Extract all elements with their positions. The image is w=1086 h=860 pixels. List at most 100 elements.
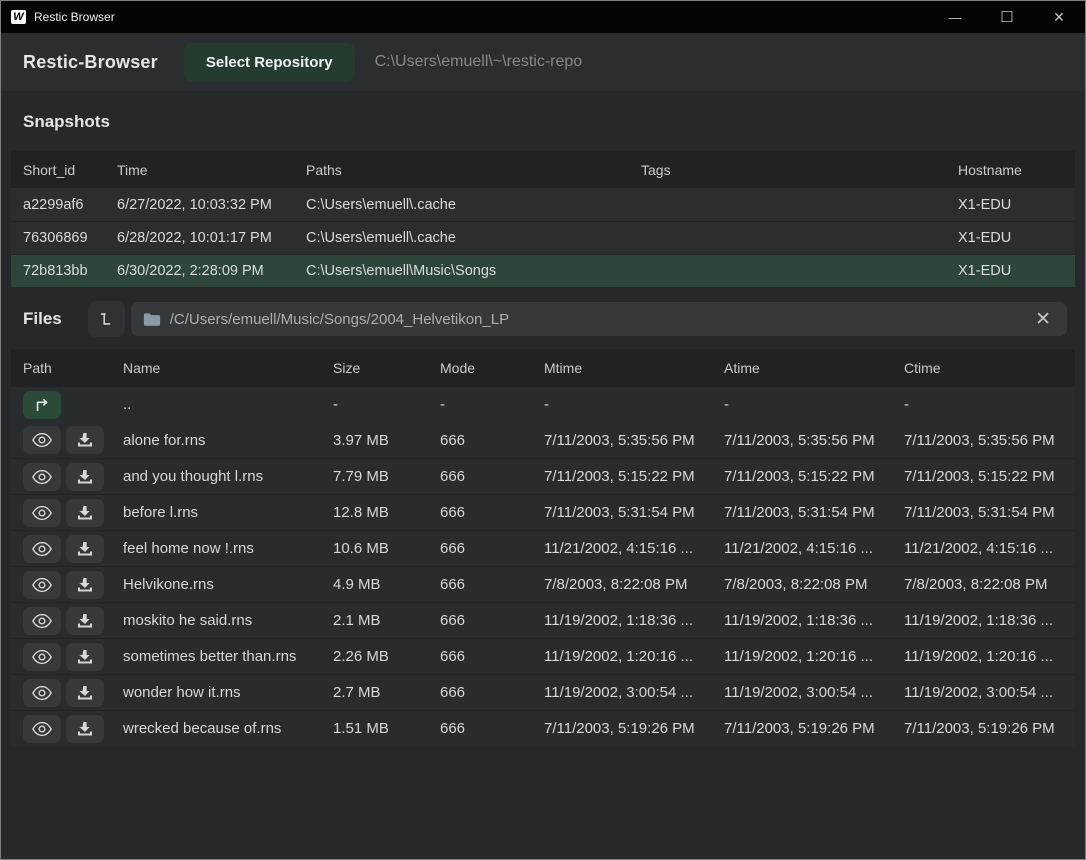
snapshot-short-id: a2299af6 [23,197,117,213]
file-row: before l.rns 12.8 MB 666 7/11/2003, 5:31… [11,494,1075,530]
app-title: Restic-Browser [23,52,158,73]
column-header-hostname: Hostname [958,162,1063,178]
download-file-button[interactable] [66,463,104,491]
file-atime: 7/11/2003, 5:31:54 PM [724,504,904,521]
preview-file-button[interactable] [23,607,61,635]
file-mtime: 7/11/2003, 5:19:26 PM [544,720,724,737]
column-header-tags: Tags [641,162,958,178]
snapshot-row[interactable]: a2299af6 6/27/2022, 10:03:32 PM C:\Users… [11,188,1075,221]
download-file-button[interactable] [66,571,104,599]
title-bar: W Restic Browser — ☐ ✕ [1,1,1085,33]
preview-file-button[interactable] [23,463,61,491]
file-row: and you thought l.rns 7.79 MB 666 7/11/2… [11,458,1075,494]
eye-icon [31,541,53,557]
parent-row-mode: - [440,396,544,413]
folder-icon [143,312,161,327]
parent-row-name: .. [123,396,333,413]
eye-icon [31,721,53,737]
app-header: Restic-Browser Select Repository C:\User… [1,33,1085,91]
parent-row-ctime: - [904,396,1063,413]
snapshots-section-title: Snapshots [23,112,1063,132]
snapshot-paths: C:\Users\emuell\Music\Songs [306,263,641,279]
maximize-button[interactable]: ☐ [981,1,1033,33]
up-right-arrow-icon [33,397,51,413]
download-file-button[interactable] [66,643,104,671]
file-ctime: 7/8/2003, 8:22:08 PM [904,576,1063,593]
file-mode: 666 [440,540,544,557]
close-button[interactable]: ✕ [1033,1,1085,33]
download-file-button[interactable] [66,426,104,454]
file-mtime: 7/11/2003, 5:31:54 PM [544,504,724,521]
file-row: alone for.rns 3.97 MB 666 7/11/2003, 5:3… [11,422,1075,458]
file-atime: 7/11/2003, 5:15:22 PM [724,468,904,485]
minimize-button[interactable]: — [929,1,981,33]
file-atime: 7/8/2003, 8:22:08 PM [724,576,904,593]
download-icon [76,541,94,557]
file-row: sometimes better than.rns 2.26 MB 666 11… [11,638,1075,674]
tree-icon [97,310,115,328]
download-icon [76,505,94,521]
snapshots-table: Short_id Time Paths Tags Hostname a2299a… [11,151,1075,287]
file-name: wrecked because of.rns [123,720,333,737]
file-name: alone for.rns [123,432,333,449]
preview-file-button[interactable] [23,535,61,563]
file-mode: 666 [440,432,544,449]
file-name: wonder how it.rns [123,684,333,701]
path-input[interactable] [170,311,1031,328]
column-header-atime: Atime [724,360,904,376]
eye-icon [31,649,53,665]
file-name: feel home now !.rns [123,540,333,557]
preview-file-button[interactable] [23,426,61,454]
preview-file-button[interactable] [23,679,61,707]
app-window: W Restic Browser — ☐ ✕ Restic-Browser Se… [0,0,1086,860]
snapshot-paths: C:\Users\emuell\.cache [306,197,641,213]
file-name: Helvikone.rns [123,576,333,593]
download-icon [76,432,94,448]
go-up-directory-button[interactable] [23,391,61,419]
file-ctime: 11/19/2002, 1:18:36 ... [904,612,1063,629]
snapshot-time: 6/27/2022, 10:03:32 PM [117,197,306,213]
eye-icon [31,577,53,593]
wails-logo-icon: W [11,10,26,24]
file-ctime: 7/11/2003, 5:15:22 PM [904,468,1063,485]
download-file-button[interactable] [66,499,104,527]
preview-file-button[interactable] [23,715,61,743]
file-name: moskito he said.rns [123,612,333,629]
download-file-button[interactable] [66,535,104,563]
file-row: feel home now !.rns 10.6 MB 666 11/21/20… [11,530,1075,566]
file-size: 2.1 MB [333,612,440,629]
file-atime: 11/19/2002, 3:00:54 ... [724,684,904,701]
clear-path-button[interactable]: ✕ [1031,310,1055,329]
file-size: 4.9 MB [333,576,440,593]
download-icon [76,685,94,701]
snapshot-row[interactable]: 72b813bb 6/30/2022, 2:28:09 PM C:\Users\… [11,254,1075,287]
preview-file-button[interactable] [23,571,61,599]
download-file-button[interactable] [66,607,104,635]
file-ctime: 7/11/2003, 5:19:26 PM [904,720,1063,737]
download-file-button[interactable] [66,715,104,743]
snapshot-time: 6/28/2022, 10:01:17 PM [117,230,306,246]
file-atime: 11/19/2002, 1:18:36 ... [724,612,904,629]
file-size: 7.79 MB [333,468,440,485]
preview-file-button[interactable] [23,643,61,671]
file-mode: 666 [440,468,544,485]
parent-row-size: - [333,396,440,413]
current-path-field[interactable]: ✕ [131,302,1067,336]
parent-directory-row: .. - - - - - [11,386,1075,422]
eye-icon [31,613,53,629]
preview-file-button[interactable] [23,499,61,527]
download-icon [76,721,94,737]
column-header-mode: Mode [440,360,544,376]
tree-view-button[interactable] [88,301,125,337]
file-mode: 666 [440,684,544,701]
download-file-button[interactable] [66,679,104,707]
parent-row-atime: - [724,396,904,413]
file-atime: 11/19/2002, 1:20:16 ... [724,648,904,665]
snapshots-rows: a2299af6 6/27/2022, 10:03:32 PM C:\Users… [11,188,1075,287]
select-repository-button[interactable]: Select Repository [184,43,355,82]
file-size: 12.8 MB [333,504,440,521]
download-icon [76,613,94,629]
file-mtime: 7/11/2003, 5:35:56 PM [544,432,724,449]
snapshot-row[interactable]: 76306869 6/28/2022, 10:01:17 PM C:\Users… [11,221,1075,254]
parent-row-mtime: - [544,396,724,413]
